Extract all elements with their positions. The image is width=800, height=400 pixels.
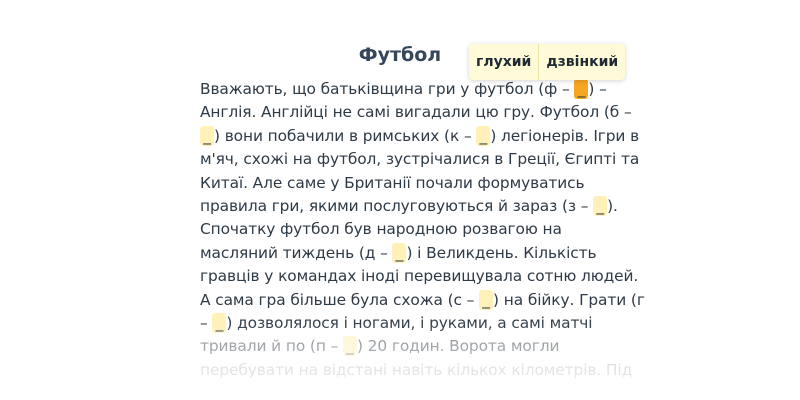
- page-title: Футбол: [358, 44, 442, 66]
- answer-blank[interactable]: _: [593, 195, 608, 216]
- text-fragment: ) дозволялося і ногами, і руками, а самі…: [226, 313, 593, 332]
- text-fragment: гравців у командах іноді перевищувала со…: [200, 267, 639, 286]
- text-fragment: ) на бійку. Грати (г: [493, 290, 645, 309]
- text-line: Вважають, що батьківщина гри у футбол (ф…: [200, 78, 610, 101]
- text-fragment: ) вони побачили в римських (к –: [214, 126, 477, 145]
- text-line: – _) дозволялося і ногами, і руками, а с…: [200, 312, 610, 335]
- text-fragment: ).: [607, 196, 618, 215]
- answer-blank-active[interactable]: _: [574, 79, 589, 99]
- text-fragment: Вважають, що батьківщина гри у футбол (ф…: [200, 80, 575, 98]
- text-fragment: ) легіонерів. Ігри в: [490, 126, 640, 145]
- text-line: Китаї. Але саме у Британії почали формув…: [200, 172, 610, 195]
- text-fragment: перебувати на відстані навіть кількох кі…: [200, 360, 633, 379]
- answer-blank[interactable]: _: [392, 242, 407, 263]
- text-line: Спочатку футбол був народною розвагою на: [200, 218, 610, 241]
- text-line: правила гри, якими послуговуються й зара…: [200, 195, 618, 218]
- text-fragment: Спочатку футбол був народною розвагою на: [200, 220, 562, 239]
- text-line: перебувати на відстані навіть кількох кі…: [200, 359, 632, 382]
- text-line: _) вони побачили в римських (к – _) легі…: [200, 125, 639, 148]
- voiced-option-button[interactable]: дзвінкий: [538, 44, 625, 80]
- text-fragment: ) 20 годин. Ворота могли: [356, 337, 560, 356]
- voiceless-option-button[interactable]: глухий: [469, 44, 538, 80]
- answer-popup: глухий дзвінкий: [469, 44, 626, 80]
- text-fragment: –: [200, 313, 213, 332]
- text-fragment: А сама гра більше була схожа (с –: [200, 290, 480, 309]
- text-fragment: м'яч, схожі на футбол, зустрічалися в Гр…: [200, 150, 640, 169]
- text-line: гравців у командах іноді перевищувала со…: [200, 265, 638, 288]
- answer-blank[interactable]: _: [476, 125, 491, 146]
- text-line: Англія. Англійці не самі вигадали цю гру…: [200, 101, 632, 124]
- text-fragment: тривали й по (п –: [200, 337, 343, 356]
- exercise-text: Вважають, що батьківщина гри у футбол (ф…: [200, 78, 645, 382]
- text-fragment: масляний тиждень (д –: [200, 243, 393, 262]
- text-line: тривали й по (п – _) 20 годин. Ворота мо…: [200, 335, 610, 358]
- answer-blank[interactable]: _: [479, 289, 494, 310]
- text-line: м'яч, схожі на футбол, зустрічалися в Гр…: [200, 148, 639, 171]
- text-fragment: ) –: [588, 80, 607, 98]
- answer-blank[interactable]: _: [342, 336, 357, 357]
- text-fragment: правила гри, якими послуговуються й зара…: [200, 196, 594, 215]
- text-fragment: Англія. Англійці не самі вигадали цю гру…: [200, 103, 632, 122]
- text-fragment: ) і Великдень. Кількість: [406, 243, 597, 262]
- exercise-page: Футбол Вважають, що батьківщина гри у фу…: [0, 0, 800, 400]
- text-fragment: Китаї. Але саме у Британії почали формув…: [200, 173, 585, 192]
- answer-blank[interactable]: _: [212, 312, 227, 333]
- text-line: масляний тиждень (д – _) і Великдень. Кі…: [200, 242, 610, 265]
- answer-blank[interactable]: _: [200, 125, 214, 146]
- text-line: А сама гра більше була схожа (с – _) на …: [200, 289, 645, 312]
